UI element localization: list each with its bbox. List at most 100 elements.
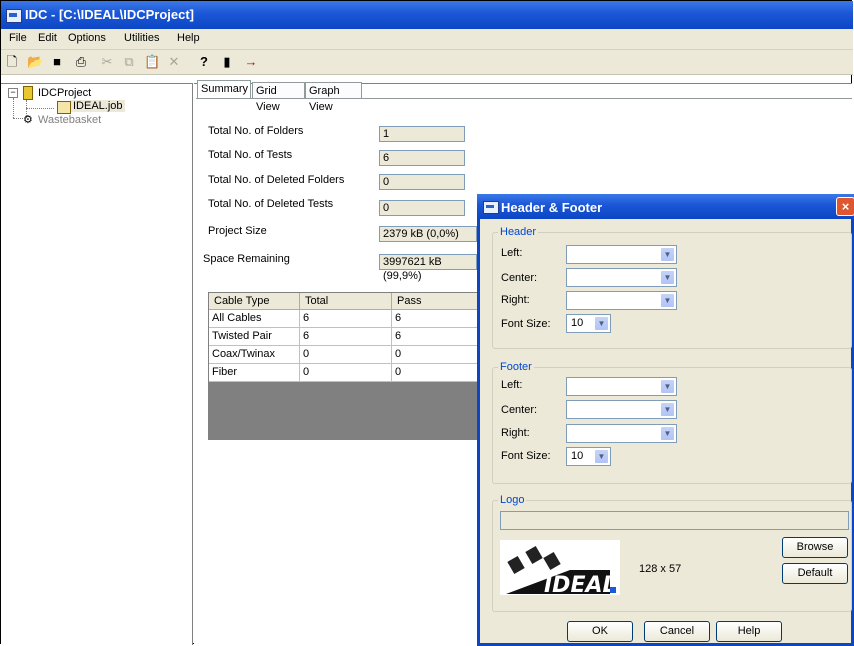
deleted-tests-value: 0 xyxy=(379,200,465,216)
chevron-down-icon[interactable]: ▼ xyxy=(660,270,675,285)
project-icon xyxy=(23,86,33,100)
table-cell: All Cables xyxy=(209,310,300,328)
project-size-value: 2379 kB (0,0%) xyxy=(379,226,477,242)
footer-group-label: Footer xyxy=(498,361,534,373)
dialog-app-icon xyxy=(483,201,499,214)
ok-button[interactable]: OK xyxy=(567,621,633,642)
cancel-button[interactable]: Cancel xyxy=(644,621,710,642)
ideal-logo: IDEAL xyxy=(500,540,620,598)
table-cell: 6 xyxy=(300,310,392,328)
col-total[interactable]: Total xyxy=(300,293,392,310)
dialog-title-bar[interactable]: Header & Footer xyxy=(477,194,854,219)
header-right-label: Right: xyxy=(501,294,530,306)
col-pass[interactable]: Pass xyxy=(392,293,483,310)
app-icon[interactable] xyxy=(6,9,22,23)
table-cell: 0 xyxy=(392,346,483,364)
save-icon[interactable]: ■ xyxy=(49,54,65,70)
title-bar[interactable]: IDC - [C:\IDEAL\IDCProject] xyxy=(1,1,853,29)
table-cell: 0 xyxy=(392,364,483,382)
browse-button[interactable]: Browse xyxy=(782,537,848,558)
menu-edit[interactable]: Edit xyxy=(38,32,57,44)
deleted-folders-value: 0 xyxy=(379,174,465,190)
space-remaining-value: 3997621 kB (99,9%) xyxy=(379,254,477,282)
chevron-down-icon[interactable]: ▼ xyxy=(594,449,609,464)
logo-size: 128 x 57 xyxy=(639,563,682,575)
paste-icon[interactable]: 📋 xyxy=(144,54,160,70)
table-cell: Twisted Pair xyxy=(209,328,300,346)
cable-type-table: Cable Type Total Pass All Cables 6 6 Twi… xyxy=(208,292,483,440)
footer-left-select[interactable]: ▼ xyxy=(566,377,677,396)
deleted-tests-label: Total No. of Deleted Tests xyxy=(208,198,334,210)
footer-right-label: Right: xyxy=(501,427,530,439)
tree-item-wastebasket[interactable]: Wastebasket xyxy=(38,114,101,126)
table-cell: 6 xyxy=(300,328,392,346)
tree-item-idcproject[interactable]: IDCProject xyxy=(38,87,91,99)
chevron-down-icon[interactable]: ▼ xyxy=(660,247,675,262)
project-icon[interactable]: ▮ xyxy=(219,54,235,70)
header-left-label: Left: xyxy=(501,247,523,259)
window-title: IDC - [C:\IDEAL\IDCProject] xyxy=(25,7,194,22)
footer-font-size-select[interactable]: 10 ▼ xyxy=(566,447,611,466)
help-icon[interactable]: ? xyxy=(196,54,212,70)
cut-icon[interactable]: ✂ xyxy=(99,54,115,70)
print-icon[interactable]: ⎙ xyxy=(73,54,89,70)
project-tree[interactable]: − IDCProject IDEAL.job ⚙ Wastebasket xyxy=(1,83,193,645)
dialog-title: Header & Footer xyxy=(501,200,603,215)
chevron-down-icon[interactable]: ▼ xyxy=(594,316,609,331)
folders-value: 1 xyxy=(379,126,465,142)
collapse-icon[interactable]: − xyxy=(8,88,18,98)
header-font-size-select[interactable]: 10 ▼ xyxy=(566,314,611,333)
job-icon xyxy=(57,101,71,114)
menu-options[interactable]: Options xyxy=(68,32,106,44)
folders-label: Total No. of Folders xyxy=(208,125,304,137)
table-cell: Coax/Twinax xyxy=(209,346,300,364)
tree-item-job[interactable]: IDEAL.job xyxy=(71,100,125,112)
header-center-select[interactable]: ▼ xyxy=(566,268,677,287)
deleted-folders-label: Total No. of Deleted Folders xyxy=(208,174,345,186)
footer-center-label: Center: xyxy=(501,404,538,416)
tab-summary[interactable]: Summary xyxy=(197,80,251,99)
chevron-down-icon[interactable]: ▼ xyxy=(660,426,675,441)
copy-icon[interactable]: ⧉ xyxy=(121,54,137,70)
chevron-down-icon[interactable]: ▼ xyxy=(660,402,675,417)
tests-value: 6 xyxy=(379,150,465,166)
header-font-size-value: 10 xyxy=(571,317,584,329)
header-group-label: Header xyxy=(498,226,539,238)
footer-center-select[interactable]: ▼ xyxy=(566,400,677,419)
table-cell: 6 xyxy=(392,310,483,328)
menu-file[interactable]: File xyxy=(9,32,27,44)
footer-left-label: Left: xyxy=(501,379,523,391)
footer-font-size-value: 10 xyxy=(571,450,584,462)
footer-right-select[interactable]: ▼ xyxy=(566,424,677,443)
export-icon[interactable]: → xyxy=(243,54,259,70)
default-button[interactable]: Default xyxy=(782,563,848,584)
tests-label: Total No. of Tests xyxy=(208,149,293,161)
col-cable-type[interactable]: Cable Type xyxy=(209,293,300,310)
tab-graph-view[interactable]: Graph View xyxy=(305,82,362,113)
menu-help[interactable]: Help xyxy=(177,32,200,44)
delete-icon[interactable]: ✕ xyxy=(166,54,182,70)
logo-path-field[interactable] xyxy=(500,511,849,530)
logo-text: IDEAL xyxy=(544,573,617,595)
menu-utilities[interactable]: Utilities xyxy=(124,32,159,44)
close-icon[interactable]: × xyxy=(836,197,854,216)
table-cell: 0 xyxy=(300,364,392,382)
open-icon[interactable]: 📂 xyxy=(27,54,43,70)
toolbar: 🗋 📂 ■ ⎙ ✂ ⧉ 📋 ✕ ? ▮ → xyxy=(1,50,853,75)
help-glyph: ? xyxy=(200,54,208,69)
new-icon[interactable]: 🗋 xyxy=(4,54,20,70)
header-right-select[interactable]: ▼ xyxy=(566,291,677,310)
space-remaining-label: Space Remaining xyxy=(203,253,290,265)
project-size-label: Project Size xyxy=(208,225,267,237)
logo-group-label: Logo xyxy=(498,494,527,506)
chevron-down-icon[interactable]: ▼ xyxy=(660,293,675,308)
header-font-size-label: Font Size: xyxy=(501,318,551,330)
tab-grid-view[interactable]: Grid View xyxy=(252,82,305,113)
header-center-label: Center: xyxy=(501,272,538,284)
header-left-select[interactable]: ▼ xyxy=(566,245,677,264)
chevron-down-icon[interactable]: ▼ xyxy=(660,379,675,394)
table-cell: 0 xyxy=(300,346,392,364)
menu-bar: File Edit Options Utilities Help xyxy=(1,29,853,50)
wastebasket-icon: ⚙ xyxy=(23,114,33,126)
help-button[interactable]: Help xyxy=(716,621,782,642)
